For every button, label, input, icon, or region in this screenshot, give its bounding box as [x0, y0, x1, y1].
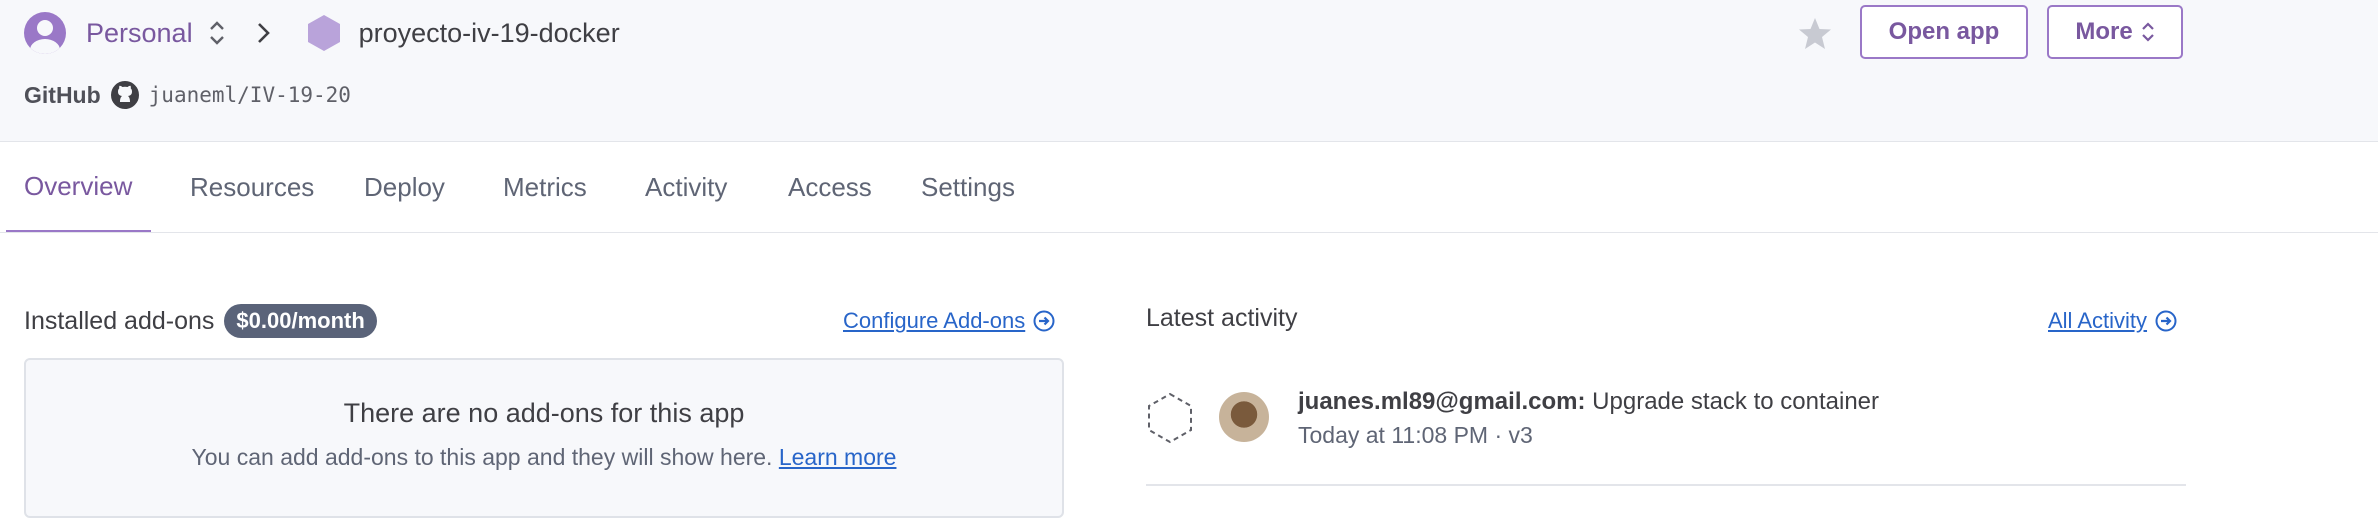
github-connection: GitHub juaneml/IV-19-20: [24, 78, 351, 112]
open-app-button[interactable]: Open app: [1860, 5, 2028, 59]
more-button-label: More: [2075, 18, 2133, 45]
dashed-hexagon-icon: [1148, 392, 1192, 444]
learn-more-link[interactable]: Learn more: [779, 444, 897, 470]
app-hexagon-icon: [307, 15, 340, 51]
up-down-chevron-icon: [2141, 22, 2154, 42]
more-button[interactable]: More: [2047, 5, 2183, 59]
arrow-circle-right-icon: [1033, 310, 1055, 332]
app-name: proyecto-iv-19-docker: [358, 17, 620, 48]
activity-user: juanes.ml89@gmail.com:: [1298, 388, 1586, 415]
github-icon: [110, 81, 139, 109]
app-tabs: Overview Resources Deploy Metrics Activi…: [0, 142, 2378, 233]
activity-description: juanes.ml89@gmail.com: Upgrade stack to …: [1298, 388, 1879, 416]
tab-access[interactable]: Access: [788, 142, 872, 232]
tab-settings[interactable]: Settings: [921, 142, 1015, 232]
activity-meta: Today at 11:08 PM · v3: [1298, 422, 1533, 448]
star-favorite-icon[interactable]: [1797, 16, 1833, 52]
tab-metrics[interactable]: Metrics: [503, 142, 587, 232]
addons-empty-state: There are no add-ons for this app You ca…: [24, 358, 1064, 518]
github-repo-link[interactable]: juaneml/IV-19-20: [149, 83, 351, 107]
addons-heading: Installed add-ons $0.00/month: [24, 304, 377, 338]
tab-deploy[interactable]: Deploy: [364, 142, 445, 232]
activity-action: Upgrade stack to container: [1592, 388, 1879, 415]
configure-addons-link[interactable]: Configure Add-ons: [843, 308, 1055, 334]
addons-empty-text: You can add add-ons to this app and they…: [26, 444, 1062, 471]
account-switcher[interactable]: Personal: [86, 18, 193, 49]
arrow-circle-right-icon: [2155, 310, 2177, 332]
price-badge: $0.00/month: [224, 304, 377, 338]
addons-empty-description: You can add add-ons to this app and they…: [191, 444, 773, 470]
tab-overview[interactable]: Overview: [6, 142, 151, 232]
activity-item: juanes.ml89@gmail.com: Upgrade stack to …: [1146, 388, 2186, 486]
latest-activity-title: Latest activity: [1146, 304, 1298, 332]
all-activity-link[interactable]: All Activity: [2048, 308, 2177, 334]
addons-empty-title: There are no add-ons for this app: [343, 398, 745, 428]
configure-addons-label: Configure Add-ons: [843, 308, 1026, 333]
chevron-right-icon: [257, 23, 270, 43]
breadcrumb: Personal proyecto-iv-19-docker: [24, 10, 620, 56]
user-avatar: [1219, 392, 1269, 442]
all-activity-label: All Activity: [2048, 308, 2148, 333]
app-header: Personal proyecto-iv-19-docker GitHub ju…: [0, 0, 2378, 142]
tab-activity[interactable]: Activity: [645, 142, 727, 232]
github-label: GitHub: [24, 81, 101, 108]
tab-resources[interactable]: Resources: [190, 142, 314, 232]
personal-avatar-icon[interactable]: [24, 12, 66, 54]
addons-title: Installed add-ons: [24, 306, 215, 335]
up-down-chevron-icon[interactable]: [207, 18, 227, 48]
